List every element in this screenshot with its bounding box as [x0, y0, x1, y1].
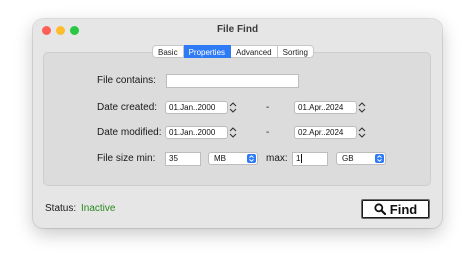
date-modified-from-stepper[interactable]: [229, 127, 237, 138]
date-created-separator: -: [266, 102, 270, 113]
date-created-from-field[interactable]: 01.Jan..2000: [165, 101, 228, 114]
file-contains-label: File contains:: [97, 75, 156, 86]
status-value: Inactive: [81, 203, 116, 214]
file-size-max-label: max:: [266, 153, 288, 164]
find-button[interactable]: Find: [361, 199, 430, 219]
date-created-to-field[interactable]: 01.Apr..2024: [294, 101, 357, 114]
tab-properties[interactable]: Properties: [183, 45, 232, 58]
window-title: File Find: [216, 24, 259, 35]
tab-basic[interactable]: Basic: [152, 45, 184, 58]
tab-bar: Basic Properties Advanced Sorting: [152, 45, 314, 58]
file-find-window: File Find File contains: Date created: 0…: [33, 19, 442, 228]
date-modified-label: Date modified:: [97, 127, 162, 138]
file-size-min-label: File size min:: [97, 153, 156, 164]
find-button-label: Find: [389, 201, 418, 217]
date-created-from-stepper[interactable]: [229, 102, 237, 113]
file-size-min-input[interactable]: 35: [165, 152, 201, 166]
tab-sorting[interactable]: Sorting: [277, 45, 314, 58]
magnifier-icon: [374, 203, 386, 215]
date-modified-to-stepper[interactable]: [358, 127, 366, 138]
properties-panel: File contains: Date created: 01.Jan..200…: [43, 52, 431, 186]
file-contains-input[interactable]: [166, 74, 299, 88]
file-size-max-input[interactable]: 1: [292, 152, 328, 166]
date-modified-from-field[interactable]: 01.Jan..2000: [165, 126, 228, 139]
file-size-max-unit-select[interactable]: GB: [336, 152, 386, 165]
date-created-to-stepper[interactable]: [358, 102, 366, 113]
chevron-updown-icon: [247, 154, 256, 163]
title-bar: File Find: [33, 19, 442, 41]
tab-advanced[interactable]: Advanced: [231, 45, 278, 58]
file-size-max-value: 1: [296, 154, 301, 163]
file-size-max-unit-value: GB: [342, 154, 354, 163]
date-created-label: Date created:: [97, 102, 158, 113]
text-cursor: [301, 154, 303, 164]
chevron-updown-icon: [375, 154, 384, 163]
file-size-min-unit-value: MB: [214, 154, 226, 163]
date-modified-separator: -: [266, 127, 270, 138]
date-modified-to-field[interactable]: 02.Apr..2024: [294, 126, 357, 139]
status-label: Status:: [45, 203, 77, 214]
file-size-min-unit-select[interactable]: MB: [208, 152, 258, 165]
